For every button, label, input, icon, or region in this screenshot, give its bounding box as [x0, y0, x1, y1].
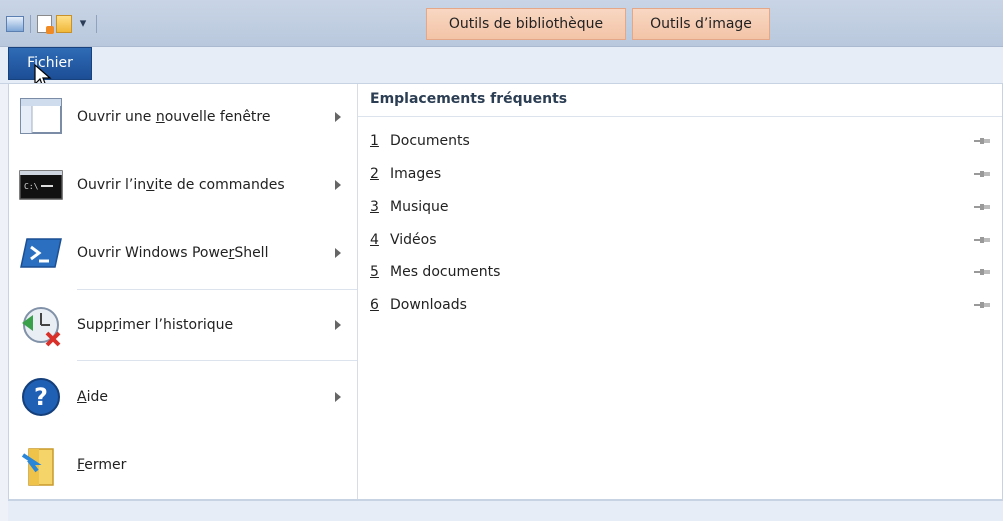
svg-text:?: ? [34, 383, 48, 411]
pin-icon[interactable] [974, 137, 990, 145]
close-folder-icon [21, 448, 54, 486]
svg-text:C:\: C:\ [24, 182, 39, 191]
qat-separator [96, 15, 97, 33]
powershell-icon [20, 238, 62, 268]
menu-item-label: Supprimer l’historique [77, 317, 234, 333]
place-name: Images [390, 166, 442, 182]
menu-item-clear-history[interactable]: Supprimer l’historique [9, 294, 357, 356]
folder-icon[interactable] [56, 15, 72, 33]
frequent-place-item[interactable]: 4 Vidéos [370, 227, 990, 253]
place-number: 4 [370, 232, 379, 248]
tab-library-tools[interactable]: Outils de bibliothèque [426, 8, 626, 40]
panel-divider [358, 116, 1002, 117]
menu-item-label: Ouvrir une nouvelle fenêtre [77, 109, 271, 125]
quick-access-toolbar: ▾ [6, 12, 99, 36]
place-name: Musique [390, 199, 449, 215]
file-menu: Ouvrir une nouvelle fenêtre C:\ Ouvrir l… [8, 83, 1003, 500]
pin-icon[interactable] [974, 301, 990, 309]
file-menu-commands: Ouvrir une nouvelle fenêtre C:\ Ouvrir l… [9, 84, 358, 499]
menu-item-label: Ouvrir Windows PowerShell [77, 245, 269, 261]
menu-item-label: Fermer [77, 457, 127, 473]
frequent-place-item[interactable]: 3 Musique [370, 194, 990, 220]
place-number: 3 [370, 199, 379, 215]
pin-icon[interactable] [974, 203, 990, 211]
qat-separator [30, 15, 31, 33]
menu-item-powershell[interactable]: Ouvrir Windows PowerShell [9, 222, 357, 284]
tab-image-tools[interactable]: Outils d’image [632, 8, 770, 40]
submenu-arrow-icon [335, 248, 341, 258]
submenu-arrow-icon [335, 320, 341, 330]
menu-separator [77, 360, 357, 361]
place-number: 6 [370, 297, 379, 313]
submenu-arrow-icon [335, 112, 341, 122]
frequent-places-panel: Emplacements fréquents 1 Documents 2 Ima… [358, 84, 1002, 499]
frequent-places-title: Emplacements fréquents [370, 91, 568, 107]
place-name: Downloads [390, 297, 467, 313]
menu-footer [8, 500, 1003, 521]
menu-item-close[interactable]: Fermer [9, 434, 357, 496]
submenu-arrow-icon [335, 180, 341, 190]
new-doc-icon[interactable] [37, 15, 54, 34]
clear-history-icon [22, 307, 61, 347]
place-name: Mes documents [390, 264, 501, 280]
explorer-window: ▾ Outils de bibliothèque Outils d’image … [0, 0, 1003, 521]
title-bar: ▾ Outils de bibliothèque Outils d’image [0, 0, 1003, 47]
pin-icon[interactable] [974, 268, 990, 276]
command-prompt-icon: C:\ [19, 170, 63, 200]
pin-icon[interactable] [974, 170, 990, 178]
menu-item-new-window[interactable]: Ouvrir une nouvelle fenêtre [9, 86, 357, 148]
frequent-place-item[interactable]: 6 Downloads [370, 292, 990, 318]
submenu-arrow-icon [335, 392, 341, 402]
help-icon: ? [22, 378, 60, 416]
pin-icon[interactable] [974, 236, 990, 244]
customize-qat-icon[interactable]: ▾ [76, 15, 90, 33]
menu-item-label: Aide [77, 389, 108, 405]
place-name: Vidéos [390, 232, 437, 248]
new-window-icon [20, 98, 62, 134]
frequent-place-item[interactable]: 5 Mes documents [370, 259, 990, 285]
save-icon[interactable] [6, 16, 24, 32]
frequent-place-item[interactable]: 1 Documents [370, 128, 990, 154]
ribbon-tab-row: Fichier [0, 47, 1003, 84]
place-number: 5 [370, 264, 379, 280]
menu-separator [77, 289, 357, 290]
frequent-place-item[interactable]: 2 Images [370, 161, 990, 187]
place-number: 2 [370, 166, 379, 182]
menu-item-help[interactable]: ? Aide [9, 366, 357, 428]
place-name: Documents [390, 133, 470, 149]
menu-item-command-prompt[interactable]: C:\ Ouvrir l’invite de commandes [9, 154, 357, 216]
place-number: 1 [370, 133, 379, 149]
menu-item-label: Ouvrir l’invite de commandes [77, 177, 285, 193]
